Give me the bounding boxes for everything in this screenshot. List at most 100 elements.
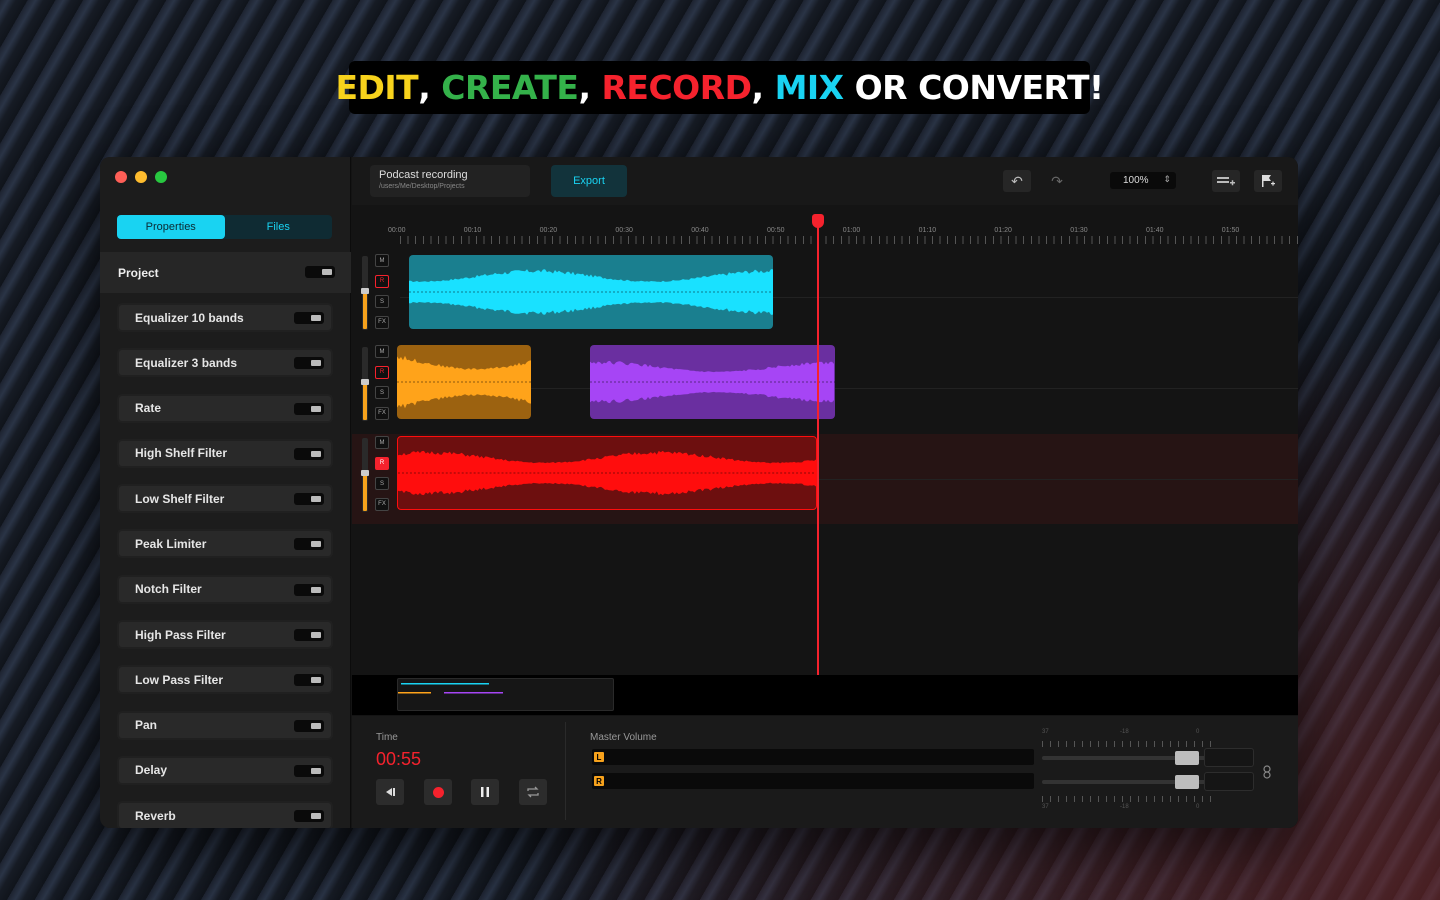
headline-sep-1: ,: [418, 68, 431, 107]
track-record-arm-button[interactable]: R: [375, 365, 389, 379]
tab-files[interactable]: Files: [225, 215, 333, 239]
track-fx-button[interactable]: FX: [375, 497, 389, 511]
effect-toggle[interactable]: [294, 764, 324, 777]
effect-label: High Shelf Filter: [135, 446, 228, 461]
effect-toggle[interactable]: [294, 493, 324, 506]
effect-toggle[interactable]: [294, 674, 324, 687]
track-volume-knob[interactable]: [361, 379, 369, 385]
redo-button[interactable]: ↷: [1043, 170, 1071, 192]
volume-scale-bottom: [1042, 796, 1212, 802]
timeline-ruler[interactable]: 00:00 00:10 00:20 00:30 00:40 00:50 01:00 01:10…: [352, 219, 1298, 244]
effect-item[interactable]: High Pass Filter: [119, 622, 331, 648]
track-volume-knob[interactable]: [361, 470, 369, 476]
audio-clip[interactable]: [590, 345, 835, 419]
tab-properties[interactable]: Properties: [117, 215, 225, 239]
track-fx-button[interactable]: FX: [375, 406, 389, 420]
record-icon: [432, 786, 444, 798]
track-s-button[interactable]: S: [375, 386, 389, 399]
effect-label: Notch Filter: [135, 582, 202, 597]
left-volume-knob[interactable]: [1175, 751, 1199, 765]
minimize-window-button[interactable]: [135, 171, 147, 183]
effect-label: Pan: [135, 718, 158, 733]
overview-window[interactable]: [397, 678, 614, 711]
effect-item[interactable]: Rate: [119, 395, 331, 421]
loop-button[interactable]: [519, 779, 547, 805]
right-channel-meter: R: [592, 773, 1034, 789]
track-record-arm-button[interactable]: R: [375, 274, 389, 288]
track-m-button[interactable]: M: [375, 345, 389, 358]
effect-item[interactable]: Delay: [119, 757, 331, 783]
window-controls: [115, 171, 167, 183]
left-volume-field[interactable]: [1204, 748, 1254, 767]
effect-toggle[interactable]: [294, 629, 324, 642]
undo-button[interactable]: ↶: [1003, 170, 1031, 192]
flag-icon: [1262, 175, 1275, 187]
project-toggle[interactable]: [305, 266, 335, 278]
effect-item[interactable]: Low Pass Filter: [119, 667, 331, 693]
track[interactable]: M R S FX: [352, 252, 1298, 342]
track-record-arm-button[interactable]: R: [375, 456, 389, 470]
right-volume-field[interactable]: [1204, 772, 1254, 791]
effect-item[interactable]: Equalizer 10 bands: [119, 305, 331, 330]
waveform: [590, 360, 835, 404]
track[interactable]: M R S FX: [352, 434, 1298, 524]
effect-item[interactable]: Equalizer 3 bands: [119, 350, 331, 376]
add-marker-button[interactable]: [1254, 170, 1282, 192]
headline-sep-3: ,: [751, 68, 765, 107]
audio-clip[interactable]: [397, 436, 817, 510]
track-volume-fader[interactable]: [361, 256, 369, 330]
track[interactable]: M R S FX: [352, 343, 1298, 433]
track-volume-level: [363, 289, 367, 329]
effect-item[interactable]: Pan: [119, 712, 331, 738]
waveform: [397, 355, 531, 409]
export-button[interactable]: Export: [551, 165, 627, 197]
project-info[interactable]: Podcast recording /users/Me/Desktop/Proj…: [370, 165, 530, 197]
audio-clip[interactable]: [409, 255, 773, 329]
effect-toggle[interactable]: [294, 312, 324, 324]
zoom-window-button[interactable]: [155, 171, 167, 183]
track-controls: M R S FX: [361, 254, 392, 332]
track-m-button[interactable]: M: [375, 254, 389, 267]
effect-toggle[interactable]: [294, 810, 324, 823]
track-volume-fader[interactable]: [361, 438, 369, 512]
track-fx-button[interactable]: FX: [375, 315, 389, 329]
ruler-label: 01:30: [1070, 227, 1088, 234]
project-row[interactable]: Project: [100, 252, 351, 293]
effect-toggle[interactable]: [294, 583, 324, 596]
effect-toggle[interactable]: [294, 357, 324, 370]
add-track-button[interactable]: [1212, 170, 1240, 192]
effect-item[interactable]: Low Shelf Filter: [119, 486, 331, 512]
close-window-button[interactable]: [115, 171, 127, 183]
audio-clip[interactable]: [397, 345, 531, 419]
ruler-label: 01:40: [1146, 227, 1164, 234]
effect-item[interactable]: Reverb: [119, 803, 331, 828]
effect-toggle[interactable]: [294, 538, 324, 551]
playhead[interactable]: [817, 215, 819, 675]
scale-label-mid: -18: [1120, 729, 1129, 735]
track-s-button[interactable]: S: [375, 477, 389, 490]
effect-label: Low Pass Filter: [135, 672, 224, 687]
track-m-button[interactable]: M: [375, 436, 389, 449]
zoom-select[interactable]: 100% ⇕: [1110, 172, 1176, 189]
toolbar: Podcast recording /users/Me/Desktop/Proj…: [352, 157, 1298, 205]
undo-icon: ↶: [1011, 172, 1023, 189]
effect-toggle[interactable]: [294, 402, 324, 415]
link-channels-icon[interactable]: [1261, 764, 1273, 780]
right-volume-knob[interactable]: [1175, 775, 1199, 789]
effect-toggle[interactable]: [294, 719, 324, 732]
effect-item[interactable]: High Shelf Filter: [119, 440, 331, 466]
effect-item[interactable]: Notch Filter: [119, 576, 331, 602]
track-volume-knob[interactable]: [361, 288, 369, 294]
rewind-button[interactable]: [376, 779, 404, 805]
overview-clips: [398, 683, 503, 694]
effect-toggle[interactable]: [294, 447, 324, 460]
headline-mix: MIX: [774, 68, 845, 107]
pause-button[interactable]: [471, 779, 499, 805]
time-label: Time: [376, 732, 398, 743]
track-volume-fader[interactable]: [361, 347, 369, 421]
effect-item[interactable]: Peak Limiter: [119, 531, 331, 557]
track-overview[interactable]: [352, 675, 1298, 715]
record-button[interactable]: [424, 779, 452, 805]
ruler-label: 00:50: [767, 227, 785, 234]
track-s-button[interactable]: S: [375, 295, 389, 308]
